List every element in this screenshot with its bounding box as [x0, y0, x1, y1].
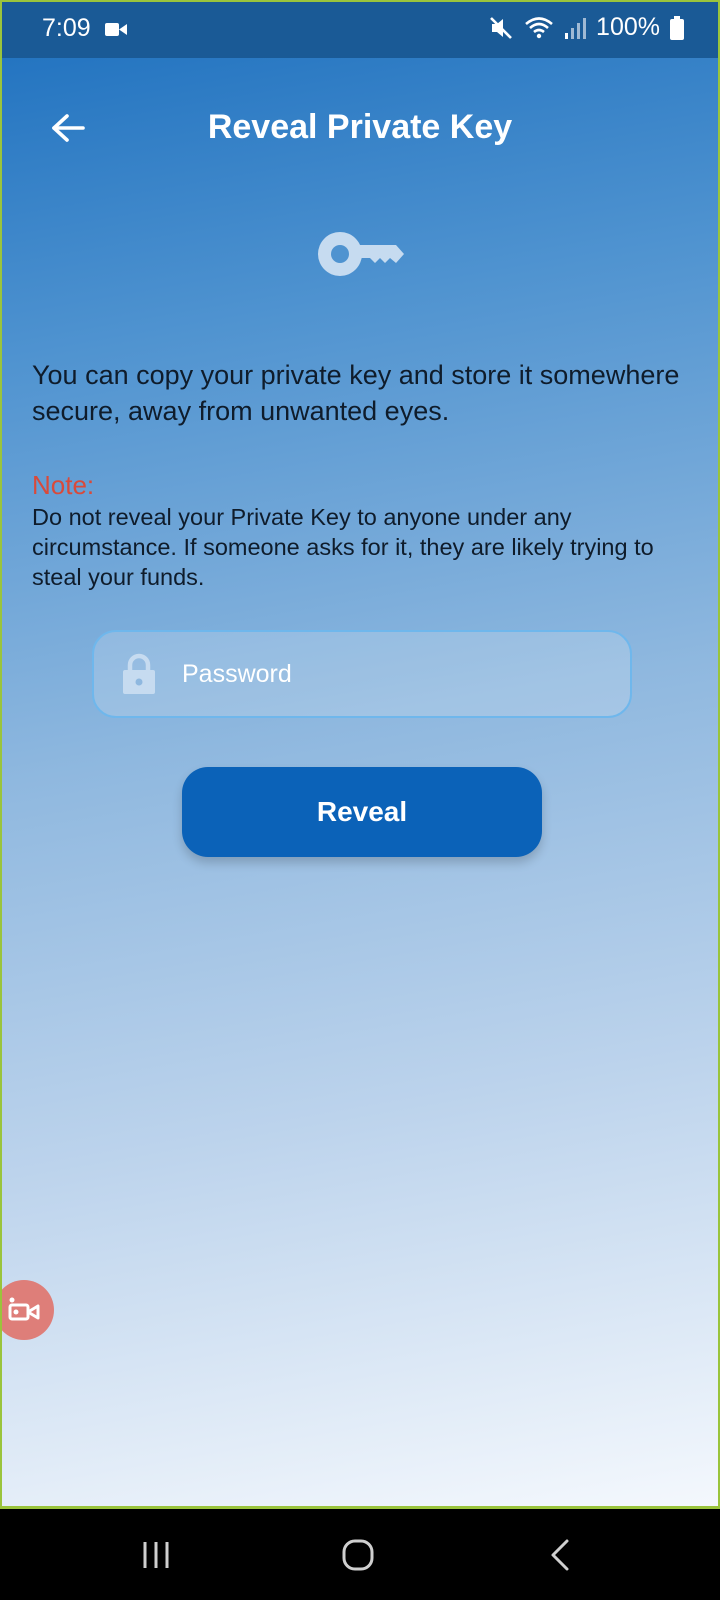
recents-button[interactable] — [126, 1531, 186, 1579]
password-input[interactable] — [182, 659, 602, 689]
mute-icon — [490, 16, 512, 39]
app-screen: 7:09 100% Reveal Private Key You can cop… — [0, 0, 720, 1509]
wifi-icon — [525, 16, 553, 38]
status-time: 7:09 — [42, 14, 91, 42]
navigation-bar — [0, 1509, 720, 1600]
home-button[interactable] — [328, 1531, 388, 1579]
screen-recorder-icon — [8, 1297, 40, 1321]
reveal-button[interactable]: Reveal — [182, 767, 542, 857]
battery-percent: 100% — [596, 13, 660, 41]
note-label: Note: — [32, 470, 95, 500]
lock-icon — [123, 653, 155, 694]
status-bar: 7:09 100% — [2, 2, 718, 58]
video-camera-icon — [105, 23, 127, 36]
signal-icon — [565, 17, 587, 39]
battery-icon — [670, 15, 684, 40]
screen-recorder-button[interactable] — [2, 1280, 54, 1340]
app-bar: Reveal Private Key — [2, 92, 718, 164]
page-title: Reveal Private Key — [207, 108, 513, 146]
note-text: Do not reveal your Private Key to anyone… — [32, 504, 654, 590]
back-icon — [551, 1539, 569, 1571]
system-back-button[interactable] — [530, 1531, 590, 1579]
recents-icon — [143, 1542, 169, 1568]
status-icons: 100% — [488, 13, 684, 42]
key-icon — [318, 232, 404, 276]
password-field[interactable] — [92, 630, 632, 718]
home-icon — [342, 1539, 374, 1571]
intro-text: You can copy your private key and store … — [32, 360, 680, 426]
